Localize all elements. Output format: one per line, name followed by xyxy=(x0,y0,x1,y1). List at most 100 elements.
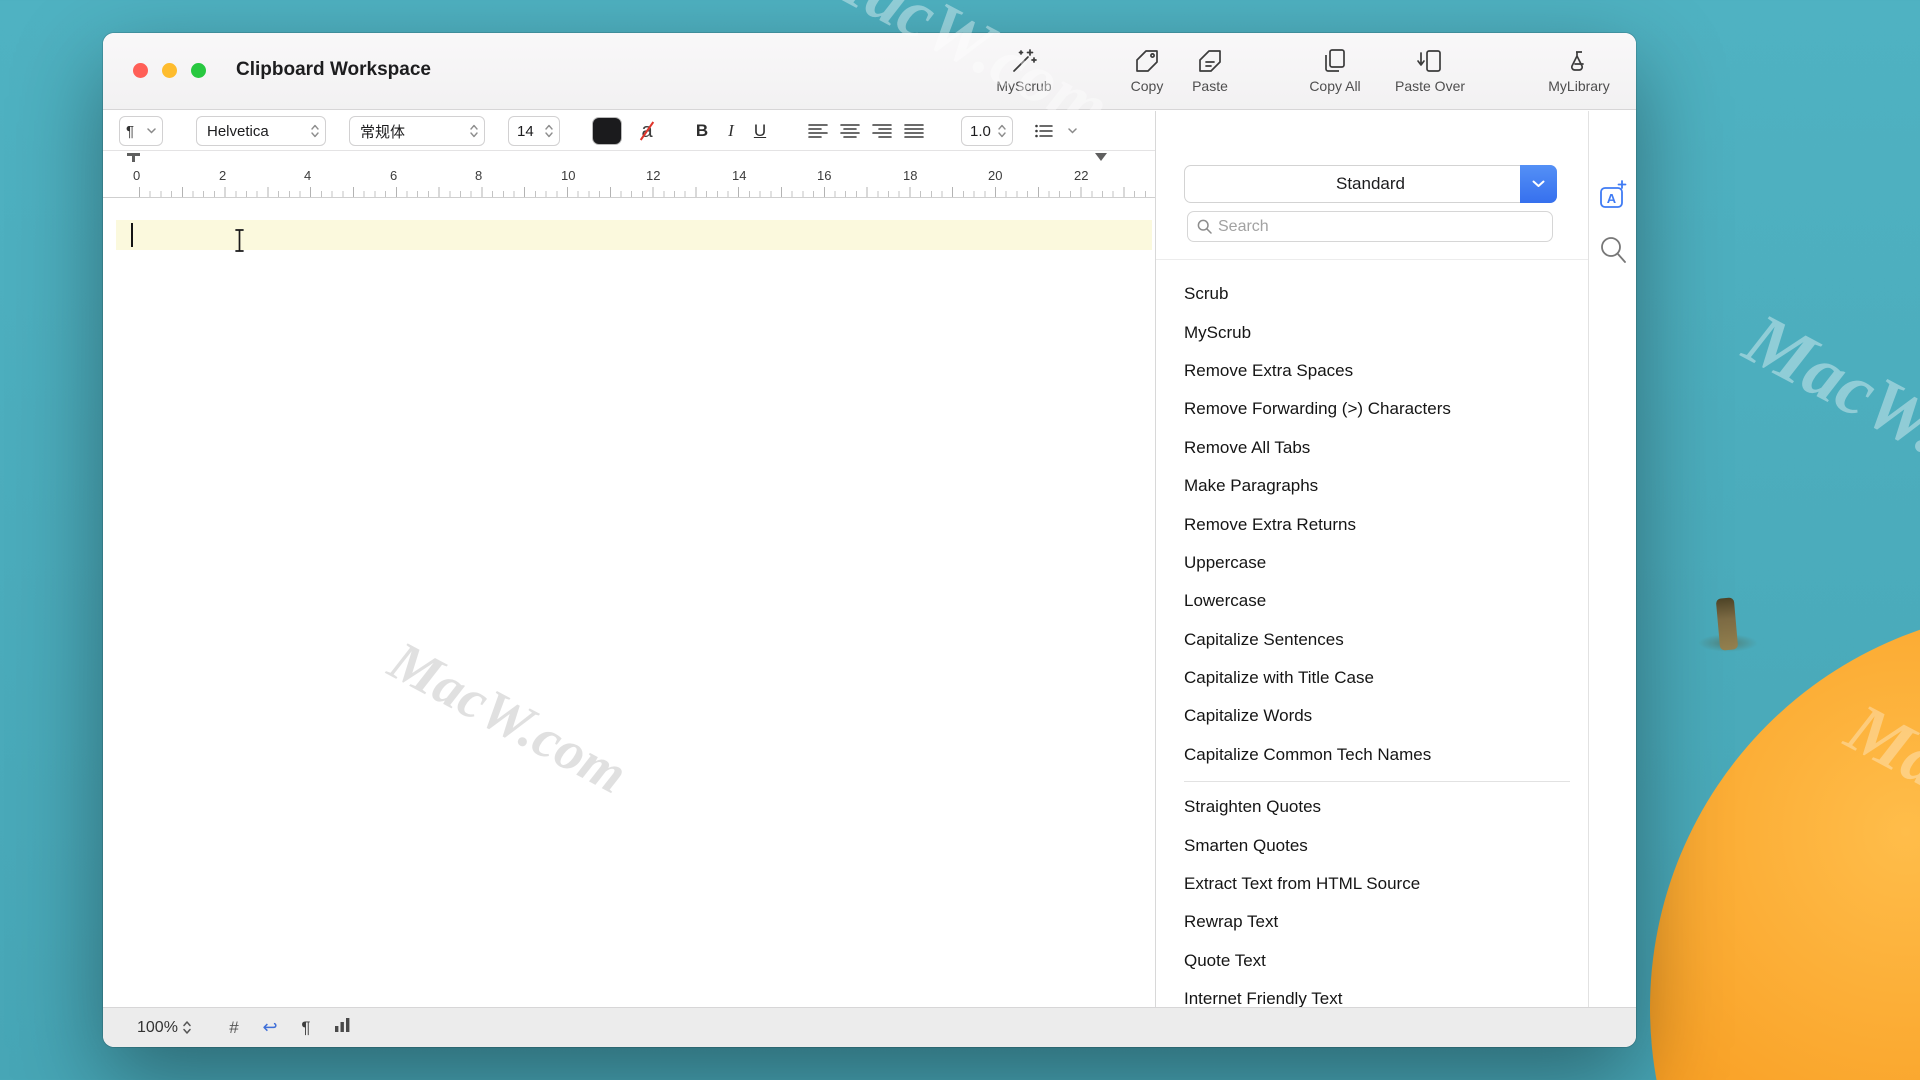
action-item[interactable]: Make Paragraphs xyxy=(1184,467,1570,505)
action-item[interactable]: Remove Forwarding (>) Characters xyxy=(1184,390,1570,428)
close-button[interactable] xyxy=(133,63,148,78)
toolbar-copy-all-button[interactable]: Copy All xyxy=(1287,47,1383,94)
toolbar-label: MyLibrary xyxy=(1548,78,1609,94)
action-item[interactable]: Remove All Tabs xyxy=(1184,429,1570,467)
ruler-number: 14 xyxy=(732,168,746,183)
action-item[interactable]: Capitalize Words xyxy=(1184,697,1570,735)
orange-stem xyxy=(1716,597,1738,650)
font-size-select[interactable]: 14 xyxy=(508,116,560,146)
action-list: Scrub MyScrub Remove Extra Spaces Remove… xyxy=(1184,275,1570,1007)
toolbar-mylibrary-button[interactable]: MyLibrary xyxy=(1531,47,1627,94)
preset-dropdown-button[interactable] xyxy=(1520,165,1557,203)
paragraph-style-dropdown[interactable]: ¶ xyxy=(119,116,163,146)
panel-strip: A xyxy=(1588,111,1636,1007)
toolbar-label: Copy All xyxy=(1309,78,1360,94)
paste-over-icon xyxy=(1416,47,1444,75)
zoom-level: 100% xyxy=(137,1019,178,1037)
ruler[interactable]: 0 2 4 6 8 10 12 14 16 18 20 22 xyxy=(103,151,1155,198)
text-actions-icon: A xyxy=(1598,179,1628,211)
zoom-button[interactable] xyxy=(191,63,206,78)
action-item[interactable]: Rewrap Text xyxy=(1184,903,1570,941)
pilcrow-symbol: ¶ xyxy=(126,123,134,140)
copy-tag-icon xyxy=(1133,47,1161,75)
font-style-value: 常规体 xyxy=(360,121,405,142)
action-item[interactable]: Remove Extra Spaces xyxy=(1184,352,1570,390)
format-bar: ¶ Helvetica 常规体 14 a xyxy=(103,111,1155,151)
minimize-button[interactable] xyxy=(162,63,177,78)
ruler-number: 22 xyxy=(1074,168,1088,183)
indent-marker[interactable] xyxy=(127,153,140,163)
underline-button[interactable]: U xyxy=(747,116,773,146)
action-item[interactable]: Scrub xyxy=(1184,275,1570,313)
copy-all-icon xyxy=(1321,47,1349,75)
zoom-control[interactable]: 100% xyxy=(137,1008,192,1047)
action-group-divider xyxy=(1184,781,1570,782)
align-center-button[interactable] xyxy=(840,123,860,144)
action-item[interactable]: Lowercase xyxy=(1184,582,1570,620)
list-bullets-icon xyxy=(1035,124,1053,138)
font-size-value: 14 xyxy=(517,123,534,140)
right-margin-marker[interactable] xyxy=(1095,153,1107,161)
ruler-number: 4 xyxy=(304,168,311,183)
text-color-well[interactable] xyxy=(592,117,622,145)
magnifier-icon xyxy=(1599,235,1627,265)
list-style-dropdown[interactable] xyxy=(1029,116,1083,146)
preset-value: Standard xyxy=(1336,174,1405,194)
ruler-major-ticks xyxy=(139,187,1151,197)
action-item[interactable]: Smarten Quotes xyxy=(1184,826,1570,864)
toolbar-label: Paste xyxy=(1192,78,1228,94)
action-item[interactable]: Quote Text xyxy=(1184,942,1570,980)
sidebar-search-field[interactable] xyxy=(1187,211,1553,242)
preset-select[interactable]: Standard xyxy=(1184,165,1557,203)
action-item[interactable]: Extract Text from HTML Source xyxy=(1184,865,1570,903)
stepper-icon xyxy=(997,123,1007,139)
toolbar-paste-over-button[interactable]: Paste Over xyxy=(1382,47,1478,94)
watermark-editor: MacW.com xyxy=(379,629,637,807)
action-item[interactable]: Capitalize Sentences xyxy=(1184,621,1570,659)
italic-button[interactable]: I xyxy=(718,116,744,146)
align-right-button[interactable] xyxy=(872,123,892,144)
action-item[interactable]: MyScrub xyxy=(1184,313,1570,351)
align-justify-button[interactable] xyxy=(904,123,924,144)
word-count-button[interactable]: # xyxy=(225,1018,243,1038)
status-bar: 100% # ↩ ¶ xyxy=(103,1007,1636,1047)
show-invisibles-button[interactable]: ¶ xyxy=(297,1018,315,1038)
font-style-select[interactable]: 常规体 xyxy=(349,116,485,146)
actions-panel-button[interactable]: A xyxy=(1598,179,1628,216)
align-left-button[interactable] xyxy=(808,123,828,144)
action-item[interactable]: Uppercase xyxy=(1184,544,1570,582)
toolbar-label: Paste Over xyxy=(1395,78,1465,94)
line-spacing-select[interactable]: 1.0 xyxy=(961,116,1013,146)
action-item[interactable]: Capitalize with Title Case xyxy=(1184,659,1570,697)
ruler-number: 6 xyxy=(390,168,397,183)
action-item[interactable]: Remove Extra Returns xyxy=(1184,505,1570,543)
font-family-select[interactable]: Helvetica xyxy=(196,116,326,146)
magic-wand-icon xyxy=(1010,47,1038,75)
sidebar-divider xyxy=(1156,259,1588,260)
main-area: ¶ Helvetica 常规体 14 a xyxy=(103,111,1636,1007)
stepper-icon xyxy=(544,123,554,139)
search-input[interactable] xyxy=(1218,218,1543,236)
action-item[interactable]: Straighten Quotes xyxy=(1184,788,1570,826)
character-color-button[interactable]: a xyxy=(631,116,663,146)
toolbar-paste-button[interactable]: Paste xyxy=(1162,47,1258,94)
chevron-down-icon xyxy=(1532,180,1545,188)
bold-button[interactable]: B xyxy=(689,116,715,146)
soft-return-button[interactable]: ↩ xyxy=(261,1017,279,1038)
chevron-down-icon xyxy=(147,128,156,134)
toolbar-myscrub-button[interactable]: MyScrub xyxy=(976,47,1072,94)
action-item[interactable]: Internet Friendly Text xyxy=(1184,980,1570,1007)
svg-text:A: A xyxy=(1606,191,1616,206)
find-panel-button[interactable] xyxy=(1599,235,1627,270)
toolbar-label: MyScrub xyxy=(996,78,1051,94)
toolbar-label: Copy xyxy=(1131,78,1164,94)
library-flask-icon xyxy=(1565,47,1593,75)
text-editor-canvas[interactable]: MacW.com xyxy=(103,198,1155,1007)
statistics-button[interactable] xyxy=(333,1017,351,1038)
ruler-number: 20 xyxy=(988,168,1002,183)
text-caret xyxy=(131,223,133,247)
app-window: Clipboard Workspace MyScrub Copy Paste C… xyxy=(103,33,1636,1047)
ruler-number: 2 xyxy=(219,168,226,183)
current-line-highlight xyxy=(116,220,1152,250)
action-item[interactable]: Capitalize Common Tech Names xyxy=(1184,736,1570,774)
